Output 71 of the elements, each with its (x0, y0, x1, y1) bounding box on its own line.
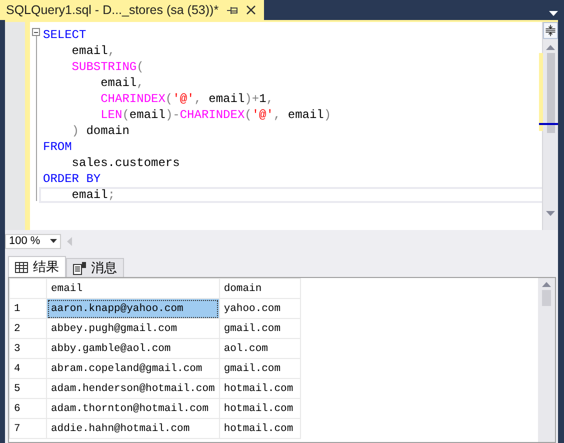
dropdown-icon[interactable] (549, 11, 558, 16)
code-token: SELECT (43, 28, 86, 42)
column-header[interactable]: email (46, 278, 220, 298)
table-cell[interactable]: abram.copeland@gmail.com (46, 358, 220, 378)
code-token: email (70, 188, 108, 202)
code-token: ( (244, 108, 252, 122)
code-token: email (208, 92, 245, 106)
code-token: domain (85, 124, 130, 138)
table-cell[interactable]: yahoo.com (219, 298, 300, 318)
code-token: sales.customers (70, 156, 180, 170)
table-cell[interactable]: hotmail.com (219, 398, 300, 418)
code-token: CHARINDEX (180, 108, 245, 122)
code-token: ( (122, 108, 130, 122)
code-token: ) (70, 124, 80, 138)
caret-icon[interactable] (50, 239, 57, 243)
code-token: email (129, 108, 166, 122)
scroll-down-icon[interactable] (546, 211, 555, 216)
column-header[interactable]: domain (219, 278, 300, 298)
code-token: FROM (43, 140, 72, 154)
code-token: '@' (172, 92, 194, 106)
table-cell[interactable]: hotmail.com (219, 378, 300, 398)
code-token: , (194, 92, 202, 106)
code-token: )+ (244, 92, 260, 106)
scrollbar-thumb[interactable] (546, 53, 554, 133)
table-cell[interactable]: hotmail.com (219, 418, 300, 438)
scroll-up-icon[interactable] (546, 45, 555, 50)
row-number[interactable]: 6 (10, 398, 46, 418)
close-icon[interactable] (246, 5, 256, 15)
pin-icon[interactable] (226, 6, 238, 14)
result-tab[interactable]: 结果 (8, 256, 66, 277)
table-cell[interactable]: aol.com (219, 338, 300, 358)
code-token: LEN (100, 108, 122, 122)
table-cell[interactable]: gmail.com (219, 318, 300, 338)
code-token: , (108, 44, 116, 58)
code-token: email (70, 44, 108, 58)
table-cell[interactable]: addie.hahn@hotmail.com (46, 418, 220, 438)
table-cell[interactable]: abby.gamble@aol.com (46, 338, 220, 358)
code-token: email (100, 76, 137, 90)
code-token: ; (108, 188, 116, 202)
code-token: '@' (252, 108, 274, 122)
table-cell[interactable]: aaron.knapp@yahoo.com (46, 298, 220, 318)
code-token: SUBSTRING (70, 60, 137, 74)
collapse-icon[interactable] (32, 28, 40, 36)
code-token: , (266, 92, 274, 106)
row-number[interactable]: 5 (10, 378, 46, 398)
row-number[interactable]: 7 (10, 418, 46, 438)
document-icon (73, 262, 86, 274)
code-token: ) (324, 108, 332, 122)
code-token: )- (165, 108, 180, 122)
row-number[interactable]: 2 (10, 318, 46, 338)
table-cell[interactable]: adam.henderson@hotmail.com (46, 378, 220, 398)
split-icon[interactable] (543, 22, 558, 39)
table-cell[interactable]: abbey.pugh@gmail.com (46, 318, 220, 338)
code-token: , (273, 108, 281, 122)
table-cell[interactable]: adam.thornton@hotmail.com (46, 398, 220, 418)
zoom-dropdown[interactable]: 100 % (5, 234, 61, 248)
code-token: email (286, 108, 324, 122)
row-number[interactable]: 3 (10, 338, 46, 358)
result-tab[interactable]: 消息 (66, 258, 124, 277)
row-number[interactable]: 4 (10, 358, 46, 378)
code-token: 1 (259, 92, 266, 106)
grid-icon (15, 262, 28, 272)
code-token: CHARINDEX (100, 92, 166, 106)
code-token: ( (136, 60, 144, 74)
code-token: , (136, 76, 144, 90)
scrollbar-thumb[interactable] (542, 290, 551, 306)
document-tab[interactable]: SQLQuery1.sql - D..._stores (sa (53))* (0, 0, 264, 20)
code-token: ORDER BY (43, 172, 101, 186)
table-cell[interactable]: gmail.com (219, 358, 300, 378)
code-token: ( (165, 92, 173, 106)
scroll-up-icon[interactable] (542, 282, 551, 287)
